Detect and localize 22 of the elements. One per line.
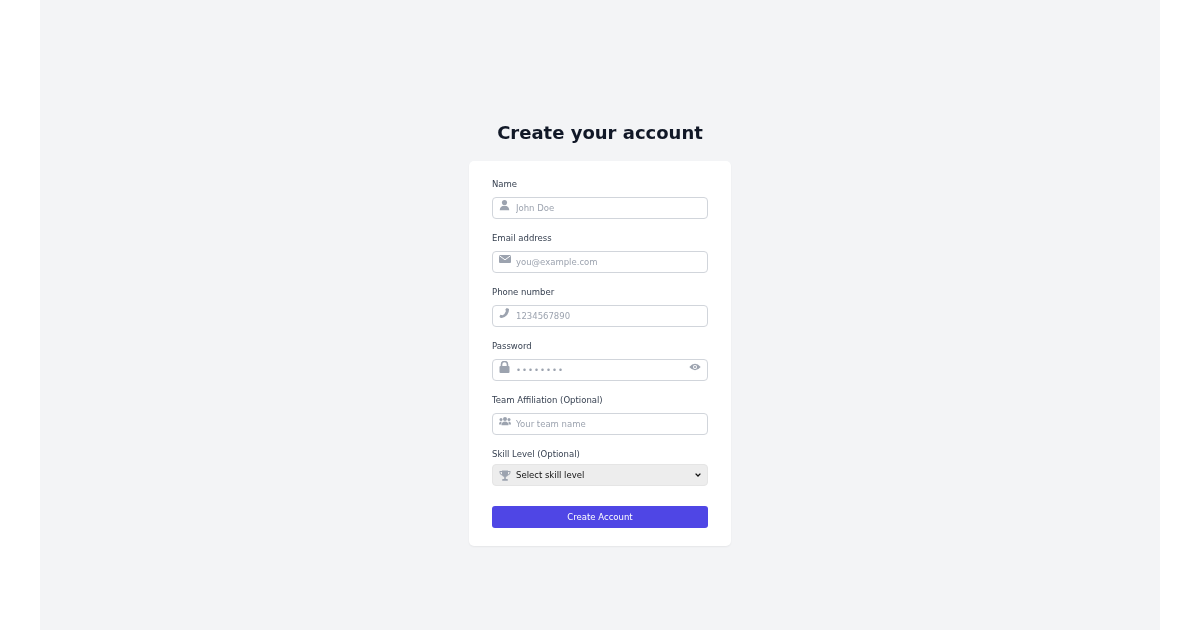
trophy-icon bbox=[499, 469, 511, 481]
page-title: Create your account bbox=[497, 121, 703, 145]
eye-icon[interactable] bbox=[689, 363, 701, 371]
field-label: Email address bbox=[492, 233, 553, 244]
user-icon bbox=[499, 199, 510, 211]
phone-icon bbox=[499, 307, 510, 319]
create-account-button[interactable]: Create Account bbox=[492, 506, 708, 529]
field-label: Team Affiliation (Optional) bbox=[492, 395, 604, 406]
field-label: Name bbox=[492, 179, 519, 190]
input-field[interactable]: Your team name bbox=[492, 413, 708, 435]
input-field[interactable]: John Doe bbox=[492, 197, 708, 219]
input-field[interactable]: •••••••• bbox=[492, 359, 708, 381]
lock-icon bbox=[499, 361, 510, 373]
chevron-down-icon bbox=[695, 473, 701, 477]
envelope-icon bbox=[499, 254, 511, 264]
input-field[interactable]: you@example.com bbox=[492, 251, 708, 273]
input-field[interactable]: 1234567890 bbox=[492, 305, 708, 327]
field-label: Skill Level (Optional) bbox=[492, 449, 581, 460]
skill-level-select[interactable]: Select skill level bbox=[492, 464, 708, 486]
field-label: Phone number bbox=[492, 287, 556, 298]
people-icon bbox=[499, 416, 511, 426]
field-label: Password bbox=[492, 341, 533, 352]
